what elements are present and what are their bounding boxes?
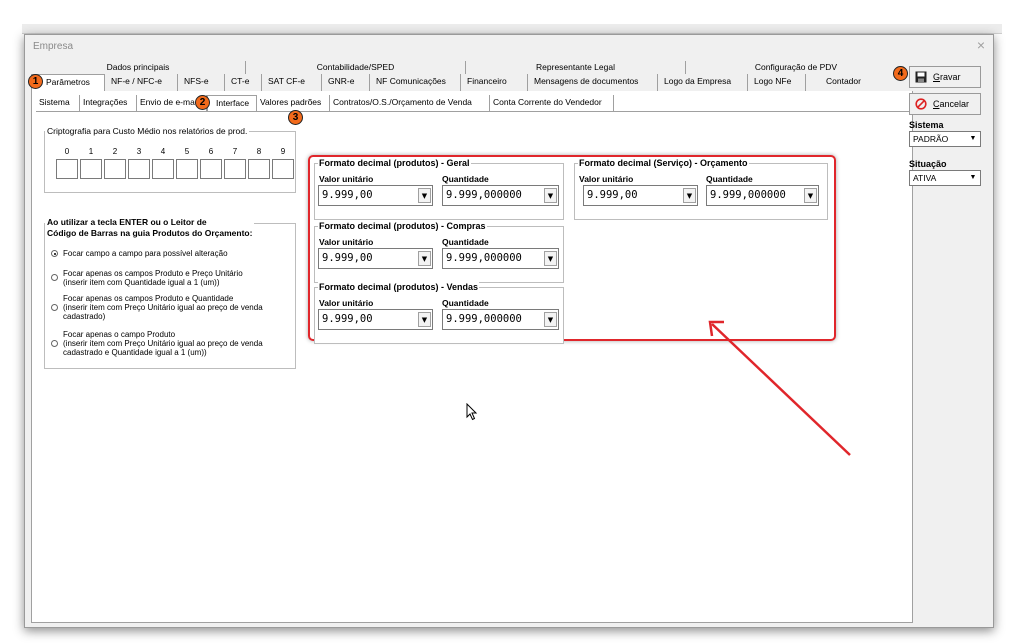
annotation-arrow	[708, 320, 851, 456]
mouse-cursor-icon	[466, 403, 478, 421]
arrow-shaft	[711, 323, 851, 456]
